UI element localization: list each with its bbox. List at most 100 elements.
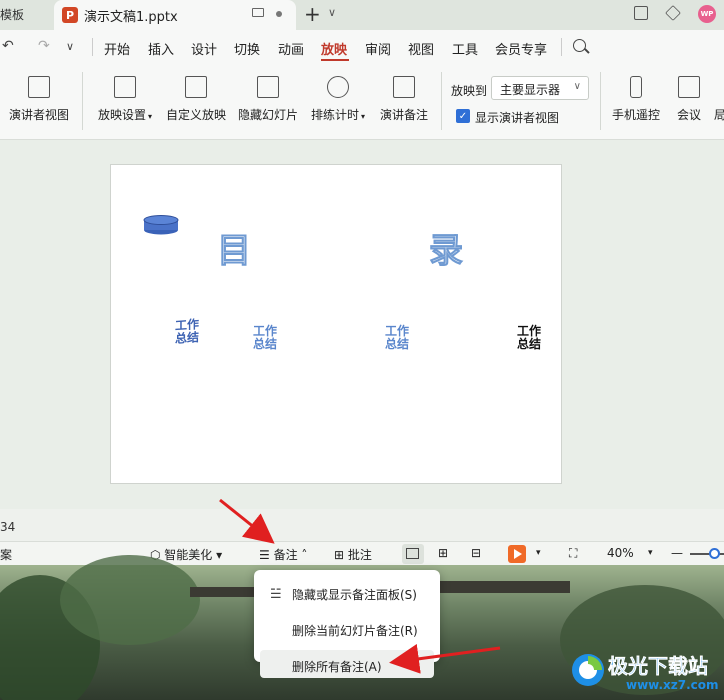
- reading-view-book-icon[interactable]: ⊟: [471, 546, 481, 560]
- zoom-slider-knob[interactable]: [709, 548, 720, 559]
- phone-remote-button[interactable]: 手机遥控: [610, 76, 662, 123]
- zoom-options-caret-icon[interactable]: ▾: [648, 548, 653, 558]
- phone-icon: [630, 76, 642, 98]
- settings-screen-icon: [114, 76, 136, 98]
- unsaved-dot-icon[interactable]: [276, 11, 282, 17]
- menu-animation[interactable]: 动画: [278, 39, 304, 58]
- slide-item-1[interactable]: 工作 总结: [175, 317, 199, 346]
- menu-member[interactable]: 会员专享: [495, 39, 547, 58]
- notes-popup-menu: ☱ 隐藏或显示备注面板(S) 删除当前幻灯片备注(R) 删除所有备注(A): [254, 570, 440, 678]
- display-select-value: 主要显示器: [500, 83, 561, 97]
- smart-beautify-label: 智能美化: [164, 548, 213, 562]
- meeting-camera-icon: [678, 76, 700, 98]
- timer-icon: [327, 76, 349, 98]
- ribbon-separator: [600, 72, 601, 130]
- menu-slideshow[interactable]: 放映: [321, 39, 347, 58]
- slide-title-left[interactable]: 目: [217, 223, 252, 272]
- slide-item-4[interactable]: 工作 总结: [517, 325, 541, 351]
- show-to-label: 放映到: [451, 84, 488, 98]
- menu-separator: [561, 38, 562, 56]
- hide-slide-button[interactable]: 隐藏幻灯片: [237, 76, 299, 123]
- partial-ribbon-button[interactable]: 局: [714, 76, 724, 123]
- tab-title: 演示文稿1.pptx: [84, 9, 178, 25]
- show-presenter-view-checkbox[interactable]: ✓: [456, 109, 470, 123]
- tab-bar: 模板 P 演示文稿1.pptx + ∨ WP: [0, 0, 724, 30]
- rehearse-timing-label: 排练计时: [310, 108, 359, 122]
- ppt-file-icon: P: [62, 7, 78, 23]
- search-icon[interactable]: [573, 39, 586, 52]
- slideshow-settings-button[interactable]: 放映设置 ▾: [95, 76, 155, 123]
- watermark-logo-icon: [572, 654, 604, 686]
- active-menu-underline: [321, 59, 349, 61]
- hide-slide-icon: [257, 76, 279, 98]
- menu-delete-all-notes[interactable]: 删除所有备注(A): [292, 658, 382, 675]
- zoom-level[interactable]: 40%: [607, 546, 634, 560]
- new-tab-plus-icon[interactable]: +: [304, 2, 321, 26]
- ribbon-separator: [441, 72, 442, 130]
- rehearse-timing-button[interactable]: 排练计时 ▾: [308, 76, 368, 123]
- slide-item-2[interactable]: 工作 总结: [253, 325, 277, 351]
- partial-icon: [714, 76, 724, 98]
- comment-icon: ⊞: [334, 548, 348, 562]
- slide[interactable]: 目 录 工作 总结 工作 总结 工作 总结 工作 总结: [110, 164, 562, 484]
- meeting-button[interactable]: 会议: [674, 76, 704, 123]
- cylinder-shape[interactable]: [143, 215, 179, 235]
- play-slideshow-icon[interactable]: [508, 545, 526, 563]
- menu-review[interactable]: 审阅: [365, 39, 391, 58]
- dropdown-caret-icon: ▾: [212, 548, 223, 562]
- play-options-caret-icon[interactable]: ▾: [536, 548, 541, 558]
- tab-active-document[interactable]: P 演示文稿1.pptx: [54, 0, 296, 30]
- comments-button[interactable]: ⊞ 批注: [334, 546, 372, 563]
- partial-ribbon-label: 局: [714, 108, 724, 122]
- window-layout-icon[interactable]: [634, 6, 648, 20]
- tab-prev-label: 模板: [0, 8, 25, 22]
- presenter-notes-button[interactable]: 演讲备注: [378, 76, 430, 123]
- menu-design[interactable]: 设计: [191, 39, 217, 58]
- chevron-down-icon: ∨: [573, 81, 581, 92]
- menu-home[interactable]: 开始: [104, 39, 130, 58]
- display-select[interactable]: 主要显示器 ∨: [491, 76, 589, 100]
- redo-icon[interactable]: ↷: [38, 38, 50, 54]
- normal-view-icon: [406, 548, 419, 559]
- slide-sorter-grid-icon[interactable]: ⊞: [438, 546, 448, 560]
- tab-prev[interactable]: 模板: [0, 0, 52, 28]
- tab-list-chevron-icon[interactable]: ∨: [328, 6, 336, 19]
- monitor-icon[interactable]: [252, 8, 264, 17]
- menu-transition[interactable]: 切换: [234, 39, 260, 58]
- dropdown-caret-icon: ▾: [361, 112, 366, 121]
- custom-show-icon: [185, 76, 207, 98]
- undo-icon[interactable]: ↶: [2, 38, 14, 54]
- watermark-url: www.xz7.com: [626, 678, 719, 692]
- menu-tools[interactable]: 工具: [452, 39, 478, 58]
- notes-panel-icon: ☱: [270, 587, 282, 602]
- comments-label: 批注: [347, 548, 372, 562]
- menu-view[interactable]: 视图: [408, 39, 434, 58]
- watermark-text: 极光下载站: [608, 654, 709, 679]
- slideshow-settings-label: 放映设置: [97, 108, 146, 122]
- notes-button[interactable]: ☰ 备注 ˄: [259, 546, 307, 563]
- menu-delete-current-notes[interactable]: 删除当前幻灯片备注(R): [292, 622, 418, 639]
- menu-insert[interactable]: 插入: [148, 39, 174, 58]
- presenter-view-button[interactable]: 演讲者视图: [8, 76, 70, 123]
- avatar[interactable]: WP: [698, 5, 716, 23]
- fit-window-icon[interactable]: ⛶: [569, 546, 577, 561]
- custom-show-button[interactable]: 自定义放映: [165, 76, 227, 123]
- slide-canvas: 目 录 工作 总结 工作 总结 工作 总结 工作 总结: [0, 141, 724, 509]
- ribbon: 演讲者视图 放映设置 ▾ 自定义放映 隐藏幻灯片 排练计时 ▾ 演讲备注 放映到 主…: [0, 64, 724, 140]
- bg-tree: [60, 555, 200, 645]
- presenter-view-label: 演讲者视图: [8, 108, 69, 122]
- slide-item-3[interactable]: 工作 总结: [385, 325, 409, 351]
- normal-view-button[interactable]: [402, 544, 424, 564]
- menu-toggle-notes-panel[interactable]: 隐藏或显示备注面板(S): [292, 586, 417, 603]
- slide-title-right[interactable]: 录: [429, 223, 464, 272]
- zoom-out-icon[interactable]: —: [671, 546, 683, 560]
- show-presenter-view-label[interactable]: 显示演讲者视图: [475, 109, 559, 126]
- quick-access-chevron-icon[interactable]: ∨: [66, 40, 74, 53]
- notes-panel[interactable]: [0, 509, 724, 541]
- dropdown-caret-icon: ▾: [148, 112, 153, 121]
- cube-icon[interactable]: [665, 5, 681, 21]
- bg-roof: [440, 581, 570, 593]
- watermark: 极光下载站 www.xz7.com: [566, 648, 722, 696]
- slide-number: 34: [0, 520, 16, 534]
- hide-slide-label: 隐藏幻灯片: [237, 108, 298, 122]
